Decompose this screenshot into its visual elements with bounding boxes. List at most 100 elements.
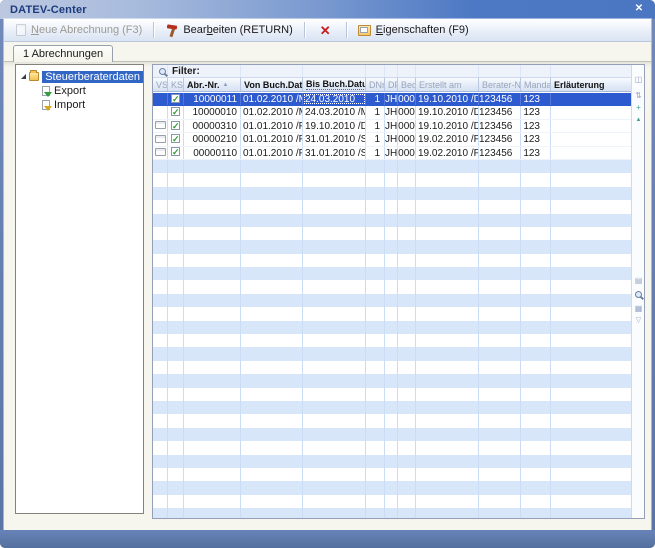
empty-row[interactable] — [153, 441, 631, 454]
cell-bis[interactable]: 19.10.2010 /Di — [303, 120, 366, 132]
empty-row[interactable] — [153, 481, 631, 494]
cell-dnr[interactable]: 1 — [366, 120, 385, 132]
cell-berater[interactable]: 123456 — [479, 147, 521, 159]
empty-row[interactable] — [153, 401, 631, 414]
cell-bis[interactable]: 24.03.2010 — [303, 93, 366, 105]
empty-row[interactable] — [153, 334, 631, 347]
cell-mandant[interactable]: 123 — [521, 147, 551, 159]
cell-erl[interactable] — [551, 133, 631, 145]
cell-von[interactable]: 01.02.2010 /Mo — [241, 93, 303, 105]
cell-bed[interactable]: 000 — [398, 147, 416, 159]
fit-rows-icon[interactable]: ⇅ — [633, 91, 644, 101]
cell-ks[interactable] — [168, 106, 184, 118]
cell-ks[interactable] — [168, 133, 184, 145]
new-abrechnung-button[interactable]: Neue Abrechnung (F3) — [10, 20, 148, 40]
filter-cell-mandant[interactable] — [521, 65, 551, 77]
cell-von[interactable]: 01.01.2010 /Fr — [241, 120, 303, 132]
cell-bed[interactable]: 000 — [398, 93, 416, 105]
column-header-berater[interactable]: Berater-Nr. — [479, 78, 521, 91]
cell-bis[interactable]: 24.03.2010 /Mi — [303, 106, 366, 118]
cell-bed[interactable]: 000 — [398, 106, 416, 118]
cell-bed[interactable]: 000 — [398, 133, 416, 145]
cell-dnr[interactable]: 1 — [366, 93, 385, 105]
close-icon[interactable]: ✕ — [632, 2, 646, 16]
column-header-erstellt[interactable]: Erstellt am — [416, 78, 479, 91]
cell-abr[interactable]: 10000010 — [184, 106, 241, 118]
column-header-ks[interactable]: KS — [168, 78, 184, 91]
cell-vs[interactable] — [153, 106, 168, 118]
cell-dnr[interactable]: 1 — [366, 106, 385, 118]
empty-row[interactable] — [153, 173, 631, 186]
table-row[interactable]: 1000001001.02.2010 /Mo24.03.2010 /Mi1JH0… — [153, 106, 631, 119]
cell-df[interactable]: JH — [385, 133, 398, 145]
cell-berater[interactable]: 123456 — [479, 133, 521, 145]
cell-abr[interactable]: 10000011 — [184, 93, 241, 105]
cell-erstellt[interactable]: 19.10.2010 /Di — [416, 106, 479, 118]
filter-cell-bis[interactable] — [303, 65, 366, 77]
delete-button[interactable]: ✕ — [310, 20, 341, 40]
cell-vs[interactable] — [153, 147, 168, 159]
cell-df[interactable]: JH — [385, 93, 398, 105]
empty-row[interactable] — [153, 374, 631, 387]
cell-df[interactable]: JH — [385, 120, 398, 132]
cell-mandant[interactable]: 123 — [521, 106, 551, 118]
filter-cell-bed[interactable] — [398, 65, 416, 77]
column-header-erl[interactable]: Erläuterung — [551, 78, 631, 91]
list-view-icon[interactable]: ▤ — [633, 276, 644, 286]
empty-row[interactable] — [153, 240, 631, 253]
filter-row[interactable]: Filter: — [153, 65, 631, 78]
empty-row[interactable] — [153, 388, 631, 401]
cell-abr[interactable]: 00000310 — [184, 120, 241, 132]
cell-erstellt[interactable]: 19.02.2010 /Fr — [416, 133, 479, 145]
expand-up-icon[interactable]: ▲ — [633, 115, 644, 125]
cell-ks[interactable] — [168, 93, 184, 105]
cell-df[interactable]: JH — [385, 147, 398, 159]
tree-item-import[interactable]: Import — [16, 98, 143, 111]
cell-erl[interactable] — [551, 106, 631, 118]
cell-vs[interactable] — [153, 93, 168, 105]
bearbeiten-button[interactable]: Bearbeiten (RETURN) — [159, 20, 298, 40]
grid-view-icon[interactable]: ▦ — [633, 304, 644, 314]
column-header-df[interactable]: DF — [385, 78, 398, 91]
empty-row[interactable] — [153, 428, 631, 441]
zoom-icon[interactable] — [635, 291, 642, 298]
filter-magnifier-icon[interactable] — [159, 68, 166, 75]
column-header-bed[interactable]: Bed — [398, 78, 416, 91]
cell-vs[interactable] — [153, 120, 168, 132]
cell-dnr[interactable]: 1 — [366, 133, 385, 145]
cell-von[interactable]: 01.01.2010 /Fr — [241, 147, 303, 159]
tree-item-steuerberaterdaten[interactable]: Steuerberaterdaten — [16, 70, 143, 83]
checkbox-checked-icon[interactable] — [171, 107, 180, 116]
cell-mandant[interactable]: 123 — [521, 133, 551, 145]
cell-von[interactable]: 01.02.2010 /Mo — [241, 106, 303, 118]
empty-row[interactable] — [153, 160, 631, 173]
table-row[interactable]: 1000001101.02.2010 /Mo24.03.20101JH00019… — [153, 93, 631, 106]
empty-row[interactable] — [153, 321, 631, 334]
cell-berater[interactable]: 123456 — [479, 106, 521, 118]
cell-berater[interactable]: 123456 — [479, 120, 521, 132]
empty-row[interactable] — [153, 200, 631, 213]
cell-erl[interactable] — [551, 147, 631, 159]
column-header-von[interactable]: Von Buch.Datum — [241, 78, 303, 91]
filter-funnel-icon[interactable]: ▽ — [633, 316, 644, 326]
tree-expand-icon[interactable] — [21, 74, 26, 79]
empty-row[interactable] — [153, 455, 631, 468]
empty-row[interactable] — [153, 267, 631, 280]
empty-row[interactable] — [153, 214, 631, 227]
table-row[interactable]: 0000031001.01.2010 /Fr19.10.2010 /Di1JH0… — [153, 120, 631, 133]
cell-berater[interactable]: 123456 — [479, 93, 521, 105]
empty-row[interactable] — [153, 361, 631, 374]
cell-erstellt[interactable]: 19.10.2010 /Di — [416, 120, 479, 132]
checkbox-checked-icon[interactable] — [171, 134, 180, 143]
column-header-mandant[interactable]: Mandan — [521, 78, 551, 91]
filter-cell-erstellt[interactable] — [416, 65, 479, 77]
cell-mandant[interactable]: 123 — [521, 120, 551, 132]
checkbox-checked-icon[interactable] — [171, 147, 180, 156]
empty-row[interactable] — [153, 468, 631, 481]
tab-abrechnungen[interactable]: 1 Abrechnungen — [13, 45, 113, 62]
column-header-dnr[interactable]: DNr. — [366, 78, 385, 91]
cell-ks[interactable] — [168, 147, 184, 159]
table-row[interactable]: 0000021001.01.2010 /Fr31.01.2010 /So1JH0… — [153, 133, 631, 146]
cell-erstellt[interactable]: 19.10.2010 /Di — [416, 93, 479, 105]
filter-cell-dnr[interactable] — [366, 65, 385, 77]
